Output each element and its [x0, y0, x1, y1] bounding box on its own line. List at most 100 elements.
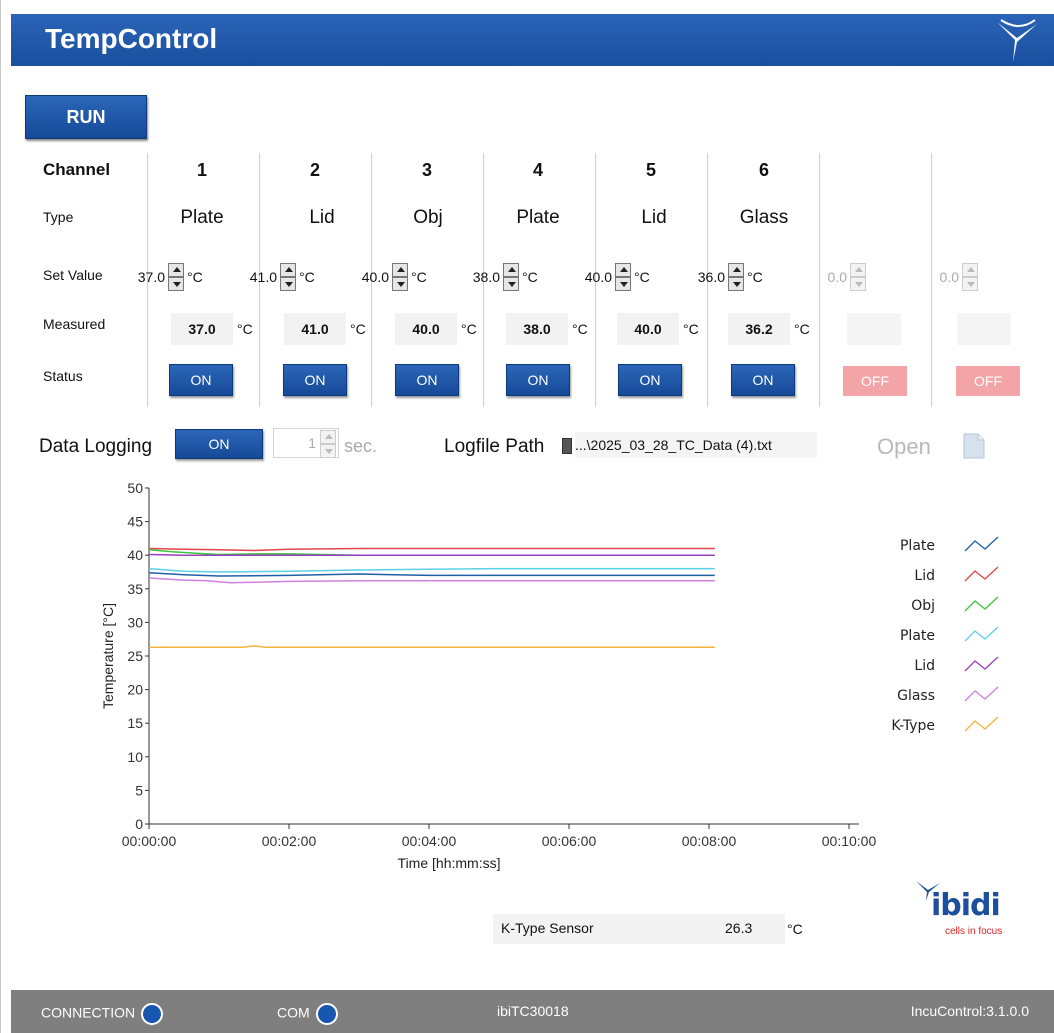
legend-label: Lid — [914, 658, 935, 674]
spin-up-icon[interactable] — [392, 263, 408, 277]
spin-down-icon[interactable] — [850, 277, 866, 291]
spin-up-icon[interactable] — [280, 263, 296, 277]
open-button[interactable]: Open — [877, 434, 931, 460]
channel-3-type: Obj — [413, 207, 443, 228]
channel-8-set-value[interactable]: 0.0 — [919, 262, 978, 292]
channel-8-status-button[interactable]: OFF — [956, 366, 1020, 396]
unit-label: °C — [747, 269, 763, 285]
logging-interval-unit: sec. — [344, 436, 378, 456]
channel-3-number: 3 — [421, 160, 432, 180]
channel-1-status-button[interactable]: ON — [169, 364, 233, 396]
channel-3-spinner[interactable] — [392, 263, 408, 291]
legend-swatch — [964, 656, 999, 672]
x-tick-label: 00:10:00 — [822, 833, 877, 849]
channel-4-status-button[interactable]: ON — [506, 364, 570, 396]
channel-7-set-value-text[interactable]: 0.0 — [807, 269, 847, 285]
channel-7-spinner[interactable] — [850, 263, 866, 291]
spin-down-icon[interactable] — [503, 277, 519, 291]
channel-7-status-button[interactable]: OFF — [843, 366, 907, 396]
unit-label: °C — [634, 269, 650, 285]
channel-4-set-value-text[interactable]: 38.0 — [460, 269, 500, 285]
channel-2-set-value[interactable]: 41.0 °C — [237, 262, 315, 292]
spin-down-icon[interactable] — [280, 277, 296, 291]
title-bar: TempControl — [11, 14, 1054, 66]
legend-swatch — [964, 686, 999, 702]
logfile-path-label: Logfile Path — [444, 436, 545, 457]
channel-6-measured-value: 36.2 — [728, 313, 790, 345]
channel-4-number: 4 — [532, 160, 543, 180]
spin-up-icon[interactable] — [503, 263, 519, 277]
logfile-path-value[interactable]: ...\2025_03_28_TC_Data (4).txt — [575, 437, 772, 453]
spin-down-icon[interactable] — [962, 277, 978, 291]
spin-up-icon[interactable] — [320, 430, 336, 444]
temperature-chart: 0 5 10 15 20 25 30 35 40 45 50 00:00:00 00:02:00 00:0… — [100, 480, 999, 871]
logfile-path-field[interactable]: ...\2025_03_28_TC_Data (4).txt — [575, 432, 817, 458]
channel-3-measured: 40.0 °C — [395, 313, 477, 345]
spin-down-icon[interactable] — [728, 277, 744, 291]
series-line-lid-2 — [148, 547, 715, 552]
channel-5-spinner[interactable] — [615, 263, 631, 291]
channel-5-set-value-text[interactable]: 40.0 — [572, 269, 612, 285]
status-bar: CONNECTION COM ibiTC30018 IncuControl:3.… — [11, 990, 1054, 1033]
channel-3-measured-value: 40.0 — [395, 313, 457, 345]
run-button[interactable]: RUN — [25, 95, 147, 139]
channel-7-set-value[interactable]: 0.0 — [807, 262, 866, 292]
spin-down-icon[interactable] — [320, 444, 336, 458]
channel-2-status-button[interactable]: ON — [283, 364, 347, 396]
logging-interval-field[interactable]: 1 — [273, 428, 339, 458]
channel-1-spinner[interactable] — [168, 263, 184, 291]
channel-3-set-value-text[interactable]: 40.0 — [349, 269, 389, 285]
spin-up-icon[interactable] — [850, 263, 866, 277]
channel-8-set-value-text[interactable]: 0.0 — [919, 269, 959, 285]
channel-6-set-value[interactable]: 36.0 °C — [685, 262, 763, 292]
row-label-channel: Channel — [43, 160, 111, 179]
channel-5-status-button[interactable]: ON — [618, 364, 682, 396]
device-id: ibiTC30018 — [497, 1003, 569, 1019]
x-tick-label: 00:00:00 — [122, 833, 177, 849]
legend-label: Plate — [900, 538, 935, 554]
y-tick-label: 0 — [135, 816, 143, 832]
spin-down-icon[interactable] — [392, 277, 408, 291]
channel-4-spinner[interactable] — [503, 263, 519, 291]
ktype-sensor-unit: °C — [787, 921, 803, 937]
spin-up-icon[interactable] — [615, 263, 631, 277]
ibidi-logo-text: ibidi — [931, 888, 1001, 923]
channel-2-set-value-text[interactable]: 41.0 — [237, 269, 277, 285]
row-label-measured: Measured — [43, 316, 106, 332]
channel-3-status-button[interactable]: ON — [395, 364, 459, 396]
series-line-lid-5 — [148, 553, 715, 556]
logging-interval-value[interactable]: 1 — [308, 435, 316, 451]
channel-6-spinner[interactable] — [728, 263, 744, 291]
unit-label: °C — [794, 321, 810, 337]
channel-2-measured: 41.0 °C — [284, 313, 366, 345]
browse-icon[interactable] — [562, 438, 572, 454]
spin-up-icon[interactable] — [728, 263, 744, 277]
file-icon[interactable] — [959, 431, 989, 466]
channel-2-spinner[interactable] — [280, 263, 296, 291]
legend-swatch — [964, 626, 999, 642]
spin-down-icon[interactable] — [615, 277, 631, 291]
channel-6-set-value-text[interactable]: 36.0 — [685, 269, 725, 285]
channel-6-status-button[interactable]: ON — [731, 364, 795, 396]
y-tick-label: 5 — [135, 782, 143, 798]
spin-up-icon[interactable] — [168, 263, 184, 277]
spin-down-icon[interactable] — [168, 277, 184, 291]
channel-7-measured-value — [847, 313, 901, 345]
channel-6-type: Glass — [739, 207, 789, 228]
logging-interval-spinner[interactable] — [320, 430, 336, 458]
channel-5-number: 5 — [645, 160, 656, 180]
legend-label: Obj — [911, 598, 935, 614]
y-tick-label: 20 — [127, 682, 143, 698]
channel-1-set-value-text[interactable]: 37.0 — [125, 269, 165, 285]
unit-label: °C — [411, 269, 427, 285]
channel-3-set-value[interactable]: 40.0 °C — [349, 262, 427, 292]
data-logging-toggle[interactable]: ON — [175, 429, 263, 459]
unit-label: °C — [237, 321, 253, 337]
channel-2-number: 2 — [309, 160, 320, 180]
channel-5-set-value[interactable]: 40.0 °C — [572, 262, 650, 292]
channel-8-spinner[interactable] — [962, 263, 978, 291]
y-tick-label: 30 — [127, 614, 143, 630]
channel-4-set-value[interactable]: 38.0 °C — [460, 262, 538, 292]
spin-up-icon[interactable] — [962, 263, 978, 277]
channel-1-set-value[interactable]: 37.0 °C — [125, 262, 203, 292]
